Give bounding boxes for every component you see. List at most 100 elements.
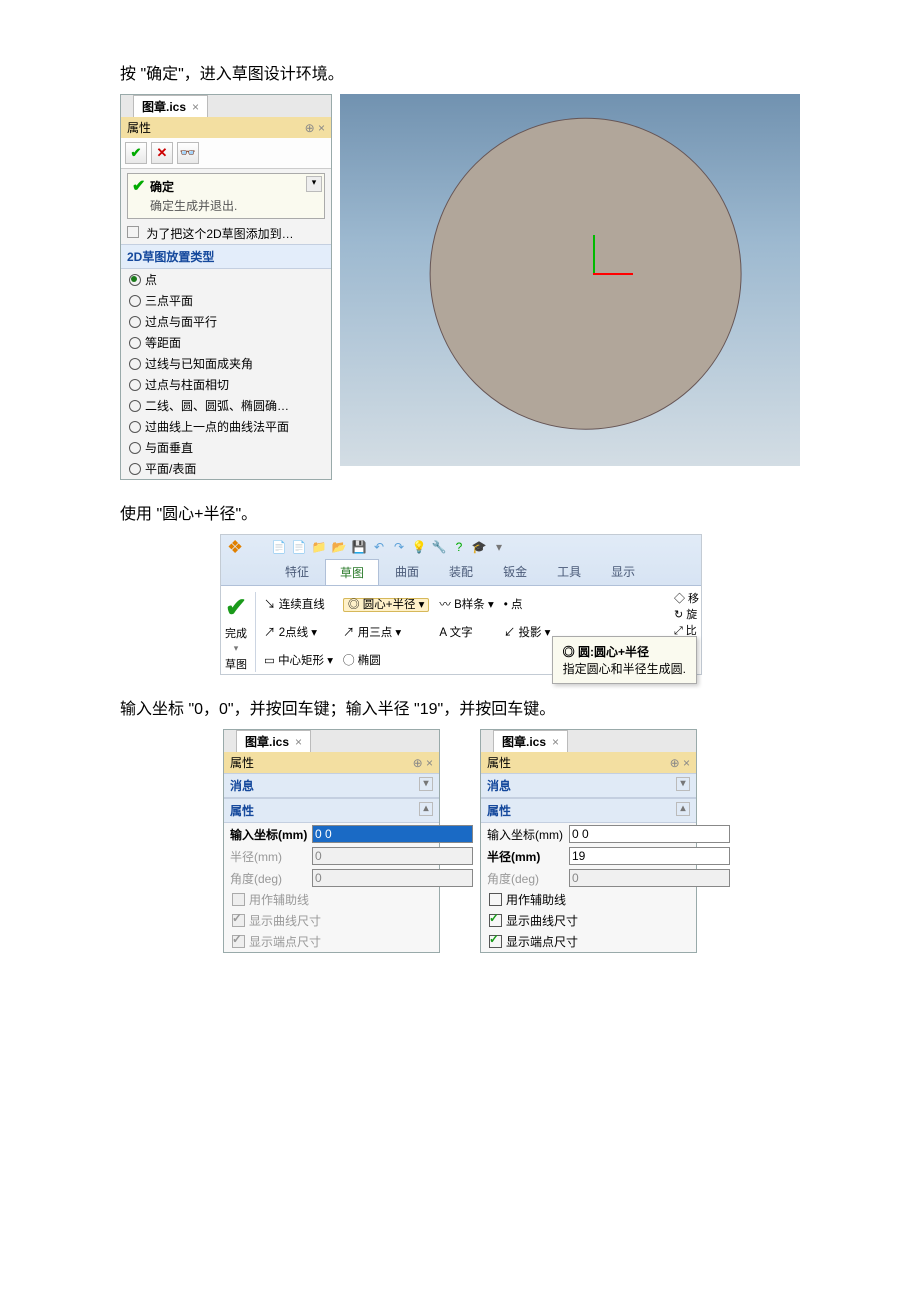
radio-icon [129,421,141,433]
attr-section[interactable]: 属性▴ [481,798,696,823]
document-tab[interactable]: 图章.ics × [493,730,568,752]
tab-surface[interactable]: 曲面 [381,559,433,585]
cmd-text[interactable]: A 文字 [439,624,493,640]
checkbox-icon[interactable] [489,935,502,948]
dropdown-icon[interactable]: ▾ [306,176,322,192]
cmd-center-rect[interactable]: ▭ 中心矩形 ▾ [264,652,333,668]
tab-feature[interactable]: 特征 [271,559,323,585]
message-section[interactable]: 消息▾ [481,773,696,798]
section-note: 为了把这个2D草图添加到… [121,223,331,244]
redo-icon[interactable]: ↷ [391,539,407,555]
option-3pt-plane[interactable]: 三点平面 [121,290,331,311]
complete-icon[interactable]: ✔ [225,592,247,623]
cmd-project[interactable]: ↙ 投影 ▾ [504,624,551,640]
light-icon[interactable]: 💡 [411,539,427,555]
checkbox-icon[interactable] [127,226,139,238]
check-icon: ✔ [132,176,145,196]
option-label: 过点与柱面相切 [145,376,229,393]
ribbon-tabs: 特征 草图 曲面 装配 钣金 工具 显示 [221,559,701,585]
radius-label: 半径(mm) [487,848,565,865]
tab-assembly[interactable]: 装配 [435,559,487,585]
radio-icon [129,358,141,370]
radius-input[interactable] [569,847,730,865]
open2-icon[interactable]: 📂 [331,539,347,555]
qat-customize-icon[interactable]: ▾ [491,539,507,555]
cmd-spline[interactable]: 〰 B样条 ▾ [439,596,493,612]
cb-label: 显示端点尺寸 [249,933,321,950]
coord-input[interactable] [569,825,730,843]
open-red-icon[interactable]: 📄 [291,539,307,555]
tab-label: 图章.ics [142,98,186,115]
tab-sketch[interactable]: 草图 [325,559,379,585]
option-offset[interactable]: 等距面 [121,332,331,353]
option-point[interactable]: 点 [121,269,331,290]
radio-icon [129,379,141,391]
quick-access-toolbar: ❖ 📄 📄 📁 📂 💾 ↶ ↷ 💡 🔧 ? 🎓 ▾ [221,535,701,559]
checkbox-icon [232,893,245,906]
view-button[interactable]: 👓 [177,142,199,164]
cmd-point[interactable]: • 点 [504,596,551,612]
properties-title: 属性 [230,754,254,771]
sketch-label: 草图 [225,656,247,672]
tab-label: 图章.ics [502,733,546,750]
help-icon[interactable]: ? [451,539,467,555]
ribbon-figure: ❖ 📄 📄 📁 📂 💾 ↶ ↷ 💡 🔧 ? 🎓 ▾ 特征 草图 曲面 装配 钣金… [220,534,702,675]
option-angle[interactable]: 过线与已知面成夹角 [121,353,331,374]
option-lines-circles[interactable]: 二线、圆、圆弧、椭圆确… [121,395,331,416]
cb-enddim[interactable]: 显示端点尺寸 [481,931,696,952]
cap-icon[interactable]: 🎓 [471,539,487,555]
complete-group: ✔ 完成 ▾ 草图 [225,592,247,672]
close-icon[interactable]: × [192,100,199,114]
option-parallel[interactable]: 过点与面平行 [121,311,331,332]
confirm-button[interactable]: ✔ [125,142,147,164]
checkbox-icon[interactable] [489,893,502,906]
cb-auxline[interactable]: 用作辅助线 [481,889,696,910]
3d-viewport[interactable] [340,94,800,466]
pin-icon[interactable]: ⊕ × [670,756,690,770]
close-icon[interactable]: × [552,735,559,749]
app-icon[interactable]: ❖ [227,539,243,555]
cmd-polyline[interactable]: ↘ 连续直线 [264,596,333,612]
cb-label: 显示端点尺寸 [506,933,578,950]
sketch-circle [430,118,742,430]
angle-row: 角度(deg) [481,867,696,889]
attr-section[interactable]: 属性▴ [224,798,439,823]
paragraph-3: 输入坐标 "0，0"，并按回车键；输入半径 "19"，并按回车键。 [120,695,800,719]
option-curve-normal[interactable]: 过曲线上一点的曲线法平面 [121,416,331,437]
checkbox-icon[interactable] [489,914,502,927]
cb-curvedim: 显示曲线尺寸 [224,910,439,931]
coord-input[interactable] [312,825,473,843]
dropdown-icon[interactable]: ▾ [234,643,239,654]
option-perpendicular[interactable]: 与面垂直 [121,437,331,458]
cmd-move[interactable]: ◇ 移 [674,590,699,606]
properties-panel-coord: 图章.ics× 属性⊕ × 消息▾ 属性▴ 输入坐标(mm) 半径(mm) 角度… [223,729,440,953]
cmd-circle-center-radius[interactable]: ◎ 圆心+半径 ▾ [343,596,429,612]
option-cylinder-tangent[interactable]: 过点与柱面相切 [121,374,331,395]
tab-sheetmetal[interactable]: 钣金 [489,559,541,585]
save-icon[interactable]: 💾 [351,539,367,555]
pin-icon[interactable]: ⊕ × [413,756,433,770]
cmd-3pt[interactable]: ↗ 用三点 ▾ [343,624,429,640]
section-note-text: 为了把这个2D草图添加到… [146,227,293,241]
message-section[interactable]: 消息▾ [224,773,439,798]
pin-icon[interactable]: ⊕ × [305,121,325,135]
properties-header: 属性 ⊕ × [121,117,331,138]
document-tab[interactable]: 图章.ics × [133,95,208,117]
option-plane-surface[interactable]: 平面/表面 [121,458,331,479]
undo-icon[interactable]: ↶ [371,539,387,555]
tooltip-title: ◎ 圆:圆心+半径 [563,643,686,660]
coord-row: 输入坐标(mm) [481,823,696,845]
cb-curvedim[interactable]: 显示曲线尺寸 [481,910,696,931]
new-icon[interactable]: 📄 [271,539,287,555]
open-icon[interactable]: 📁 [311,539,327,555]
close-icon[interactable]: × [295,735,302,749]
document-tab[interactable]: 图章.ics× [236,730,311,752]
tab-display[interactable]: 显示 [597,559,649,585]
tab-tools[interactable]: 工具 [543,559,595,585]
cmd-2pt-line[interactable]: ↗ 2点线 ▾ [264,624,333,640]
tool-icon[interactable]: 🔧 [431,539,447,555]
option-label: 三点平面 [145,292,193,309]
cancel-button[interactable]: ✕ [151,142,173,164]
cmd-rotate[interactable]: ↻ 旋 [674,606,699,622]
cmd-ellipse[interactable]: ◯ 椭圆 [343,652,429,668]
